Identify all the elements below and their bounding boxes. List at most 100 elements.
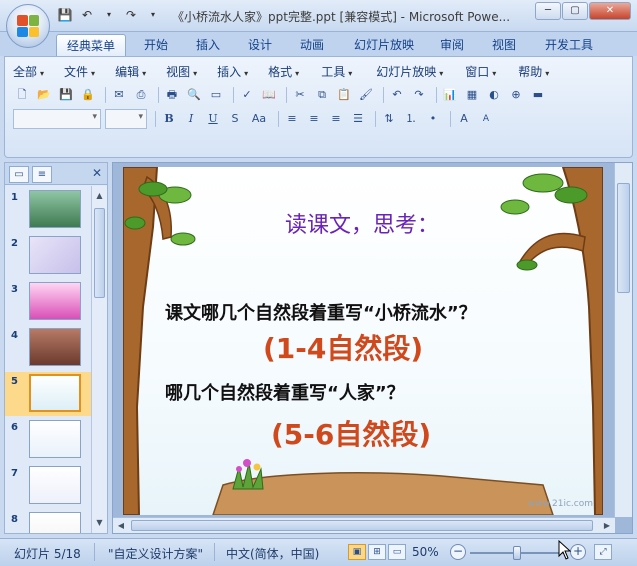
shrink-font-button[interactable]: A — [477, 110, 495, 128]
frame-icon[interactable]: ▭ — [207, 86, 225, 104]
grow-font-button[interactable]: A — [455, 110, 473, 128]
thumbnail-item[interactable]: 1 — [5, 188, 91, 232]
new-icon[interactable]: 🗋 — [13, 86, 31, 104]
language-indicator[interactable]: 中文(简体，中国) — [226, 545, 319, 562]
zoom-level[interactable]: 50% — [412, 545, 439, 559]
minimize-button[interactable]: ─ — [535, 2, 561, 20]
menu-edit[interactable]: 编辑 ▾ — [115, 63, 146, 81]
thumbnail-item[interactable]: 7 — [5, 464, 91, 508]
permission-icon[interactable]: 🔒 — [79, 86, 97, 104]
tab-animation[interactable]: 动画 — [290, 34, 334, 56]
menu-all[interactable]: 全部 ▾ — [13, 63, 44, 81]
publish-pdf-icon[interactable]: ⎙ — [132, 86, 150, 104]
menu-file[interactable]: 文件 ▾ — [64, 63, 95, 81]
slide-question-1[interactable]: 课文哪几个自然段着重写“小桥流水”？ — [165, 299, 477, 325]
email-icon[interactable]: ✉ — [110, 86, 128, 104]
save-icon[interactable]: 💾 — [56, 6, 74, 24]
scroll-up-icon[interactable]: ▲ — [92, 188, 107, 204]
scroll-thumb[interactable] — [94, 208, 105, 298]
copy-icon[interactable]: ⧉ — [313, 86, 331, 104]
thumbnail-item-selected[interactable]: 5 — [5, 372, 91, 416]
thumbnail-item[interactable]: 8 — [5, 510, 91, 533]
maximize-button[interactable]: ▢ — [562, 2, 588, 20]
menu-help[interactable]: 帮助 ▾ — [518, 63, 549, 81]
cut-icon[interactable]: ✂ — [291, 86, 309, 104]
menu-slideshow[interactable]: 幻灯片放映 ▾ — [376, 63, 443, 81]
zoom-slider-knob[interactable] — [513, 546, 521, 560]
menu-window[interactable]: 窗口 ▾ — [465, 63, 496, 81]
thumbnail-scrollbar[interactable]: ▲ ▼ — [91, 186, 107, 533]
spelling-icon[interactable]: ✓ — [238, 86, 256, 104]
research-icon[interactable]: 📖 — [260, 86, 278, 104]
show-formatting-icon[interactable]: ▬ — [529, 86, 547, 104]
open-icon[interactable]: 📂 — [35, 86, 53, 104]
font-name-combo[interactable] — [13, 109, 101, 129]
thumbnail-item[interactable]: 6 — [5, 418, 91, 462]
scroll-right-icon[interactable]: ▶ — [599, 518, 615, 533]
current-slide[interactable]: 读课文，思考： 课文哪几个自然段着重写“小桥流水”？ (1-4自然段) 哪几个自… — [123, 167, 603, 515]
scroll-thumb[interactable] — [131, 520, 593, 531]
slide-answer-1[interactable]: (1-4自然段) — [263, 327, 423, 367]
tab-classic-menu[interactable]: 经典菜单 — [56, 34, 126, 56]
thumbnail-item[interactable]: 3 — [5, 280, 91, 324]
numbering-icon[interactable]: ⒈ — [402, 110, 420, 128]
save-icon[interactable]: 💾 — [57, 86, 75, 104]
text-direction-icon[interactable]: ⇅ — [380, 110, 398, 128]
customize-qat-icon[interactable]: ▾ — [144, 6, 162, 24]
paste-icon[interactable]: 📋 — [335, 86, 353, 104]
menu-format[interactable]: 格式 ▾ — [268, 63, 299, 81]
theme-name[interactable]: "自定义设计方案" — [108, 545, 203, 562]
scroll-thumb[interactable] — [617, 183, 630, 293]
tab-developer[interactable]: 开发工具 — [536, 34, 602, 56]
bold-button[interactable]: B — [160, 110, 178, 128]
zoom-icon[interactable]: ⊕ — [507, 86, 525, 104]
slide-horizontal-scrollbar[interactable]: ◀ ▶ — [113, 517, 615, 533]
bullets-icon[interactable]: • — [424, 110, 442, 128]
close-button[interactable]: ✕ — [589, 2, 631, 20]
redo-icon[interactable]: ↷ — [410, 86, 428, 104]
outline-tab-icon[interactable]: ≡ — [32, 166, 52, 183]
redo-icon[interactable]: ↷ — [122, 6, 140, 24]
office-button[interactable] — [6, 4, 50, 48]
normal-view-button[interactable]: ▣ — [348, 544, 366, 560]
tab-view[interactable]: 视图 — [482, 34, 526, 56]
slides-tab-icon[interactable]: ▭ — [9, 166, 29, 183]
align-center-icon[interactable]: ≡ — [305, 110, 323, 128]
tab-home[interactable]: 开始 — [134, 34, 178, 56]
align-left-icon[interactable]: ≡ — [283, 110, 301, 128]
scroll-down-icon[interactable]: ▼ — [92, 515, 107, 531]
menu-view[interactable]: 视图 ▾ — [166, 63, 197, 81]
align-right-icon[interactable]: ≡ — [327, 110, 345, 128]
slide-answer-2[interactable]: (5-6自然段) — [271, 413, 431, 453]
dropdown-icon[interactable]: ▾ — [100, 6, 118, 24]
undo-icon[interactable]: ↶ — [388, 86, 406, 104]
menu-insert[interactable]: 插入 ▾ — [217, 63, 248, 81]
tab-slideshow[interactable]: 幻灯片放映 — [346, 34, 422, 56]
tab-review[interactable]: 审阅 — [430, 34, 474, 56]
slide-question-2[interactable]: 哪几个自然段着重写“人家”？ — [165, 379, 405, 405]
thumbnail-item[interactable]: 4 — [5, 326, 91, 370]
slide-vertical-scrollbar[interactable] — [614, 163, 632, 517]
underline-button[interactable]: U — [204, 110, 222, 128]
menu-tools[interactable]: 工具 ▾ — [321, 63, 352, 81]
slide-sorter-button[interactable]: ⊞ — [368, 544, 386, 560]
thumbnail-item[interactable]: 2 — [5, 234, 91, 278]
zoom-in-button[interactable]: + — [570, 544, 586, 560]
italic-button[interactable]: I — [182, 110, 200, 128]
print-preview-icon[interactable]: 🔍 — [185, 86, 203, 104]
format-painter-icon[interactable]: 🖌 — [357, 86, 375, 104]
tab-design[interactable]: 设计 — [238, 34, 282, 56]
shadow-button[interactable]: S — [226, 110, 244, 128]
zoom-out-button[interactable]: − — [450, 544, 466, 560]
undo-icon[interactable]: ↶ — [78, 6, 96, 24]
fit-to-window-button[interactable]: ⤢ — [594, 544, 612, 560]
font-size-combo[interactable] — [105, 109, 147, 129]
color-grayscale-icon[interactable]: ◐ — [485, 86, 503, 104]
change-case-button[interactable]: Aa — [248, 110, 270, 128]
close-pane-icon[interactable]: ✕ — [92, 166, 102, 180]
slide-heading[interactable]: 读课文，思考： — [285, 207, 439, 239]
scroll-left-icon[interactable]: ◀ — [113, 518, 129, 533]
chart-icon[interactable]: 📊 — [441, 86, 459, 104]
tab-insert[interactable]: 插入 — [186, 34, 230, 56]
justify-icon[interactable]: ☰ — [349, 110, 367, 128]
